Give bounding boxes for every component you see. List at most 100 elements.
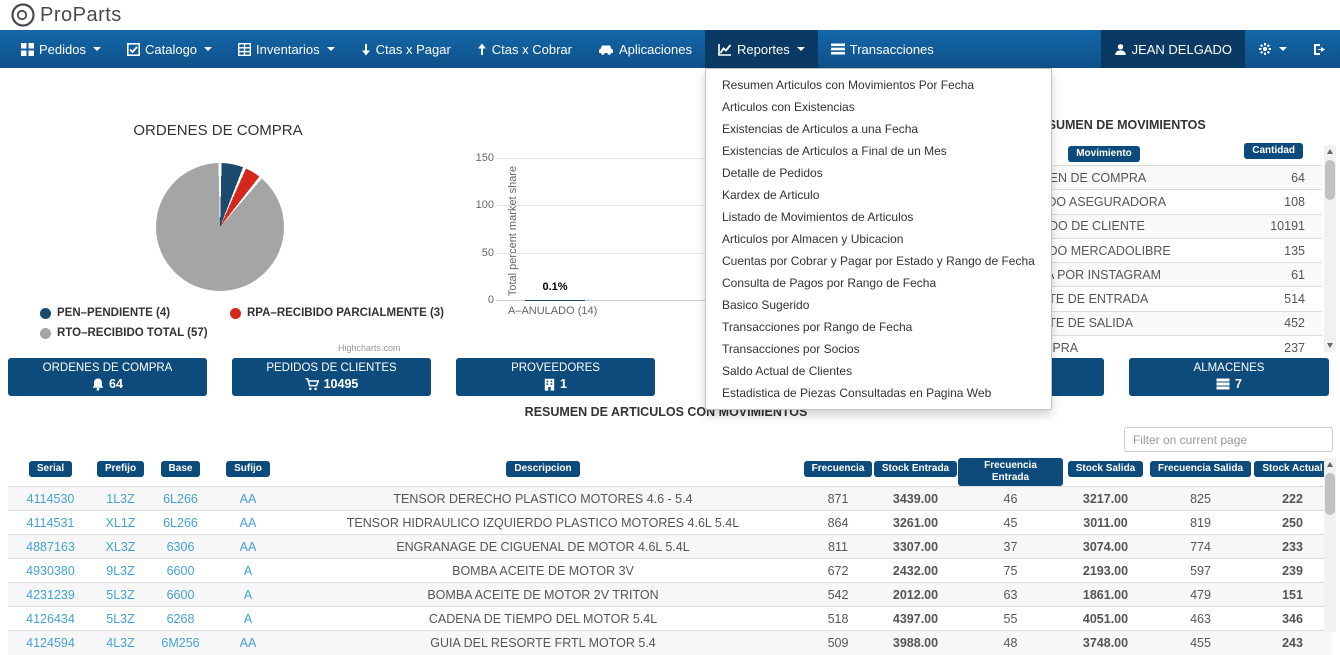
menu-item-transacciones-por-socios[interactable]: Transacciones por Socios: [706, 338, 1051, 360]
table-row[interactable]: 42312395L3Z6600ABOMBA ACEITE DE MOTOR 2V…: [8, 583, 1332, 607]
nav-item-label: Ctas x Cobrar: [492, 42, 572, 57]
menu-item-listado-de-movimientos-de-articulos[interactable]: Listado de Movimientos de Articulos: [706, 206, 1051, 228]
menu-item-articulos-con-existencias[interactable]: Articulos con Existencias: [706, 96, 1051, 118]
stat-card-almacenes[interactable]: ALMACENES 7: [1129, 358, 1329, 396]
cell-link[interactable]: 6M256: [161, 636, 199, 650]
column-header-stock-actual[interactable]: Stock Actual: [1254, 461, 1330, 477]
column-header-stock-salida[interactable]: Stock Salida: [1068, 461, 1143, 477]
cell-link[interactable]: 5L3Z: [106, 588, 135, 602]
cell-link[interactable]: 4231239: [26, 588, 75, 602]
movimientos-scrollbar[interactable]: [1324, 145, 1336, 352]
cell-link[interactable]: 4124594: [26, 636, 75, 650]
menu-item-articulos-por-almacen-y-ubicacion[interactable]: Articulos por Almacen y Ubicacion: [706, 228, 1051, 250]
stat-card-proveedores[interactable]: PROVEEDORES 1: [456, 358, 655, 396]
column-header-sufijo[interactable]: Sufijo: [226, 461, 270, 477]
menu-item-existencias-de-articulos-a-final-de-un-mes[interactable]: Existencias de Articulos a Final de un M…: [706, 140, 1051, 162]
nav-item-inventarios[interactable]: Inventarios: [225, 30, 348, 68]
cell-link[interactable]: 4126434: [26, 612, 75, 626]
cell-link[interactable]: AA: [240, 492, 257, 506]
cell-link[interactable]: 6L266: [163, 492, 198, 506]
menu-item-transacciones-por-rango-de-fecha[interactable]: Transacciones por Rango de Fecha: [706, 316, 1051, 338]
column-header-movimiento[interactable]: Movimiento: [1068, 146, 1140, 162]
stat-card-pedidos-de-clientes[interactable]: PEDIDOS DE CLIENTES 10495: [232, 358, 431, 396]
menu-item-kardex-de-articulo[interactable]: Kardex de Articulo: [706, 184, 1051, 206]
cell-link[interactable]: A: [244, 588, 252, 602]
column-header-serial[interactable]: Serial: [29, 461, 72, 477]
list-icon: [831, 43, 845, 55]
menu-item-consulta-de-pagos-por-rango-de-fecha[interactable]: Consulta de Pagos por Rango de Fecha: [706, 272, 1051, 294]
menu-item-estadistica-de-piezas-consultadas-en-pagina-web[interactable]: Estadistica de Piezas Consultadas en Pag…: [706, 382, 1051, 404]
cell-link[interactable]: 4114530: [27, 492, 75, 506]
table-row[interactable]: 41264345L3Z6268ACADENA DE TIEMPO DEL MOT…: [8, 607, 1332, 631]
scroll-up-arrow[interactable]: [1324, 145, 1336, 158]
highcharts-credit[interactable]: Highcharts.com: [338, 343, 401, 353]
legend-item-pen-pendiente-4[interactable]: PEN–PENDIENTE (4): [40, 307, 170, 319]
column-header-frecuencia[interactable]: Frecuencia: [804, 461, 873, 477]
scrollbar-thumb[interactable]: [1325, 160, 1335, 200]
settings-menu-button[interactable]: [1245, 30, 1300, 68]
cell-link[interactable]: XL1Z: [106, 516, 136, 530]
legend-item-rpa-recibido-parcialmente-3[interactable]: RPA–RECIBIDO PARCIALMENTE (3): [230, 307, 444, 319]
scroll-down-arrow[interactable]: [1324, 339, 1336, 352]
cell-link[interactable]: XL3Z: [106, 540, 136, 554]
menu-item-saldo-actual-de-clientes[interactable]: Saldo Actual de Clientes: [706, 360, 1051, 382]
articulos-scrollbar[interactable]: [1324, 458, 1336, 632]
column-header-base[interactable]: Base: [161, 461, 201, 477]
menu-item-resumen-articulos-con-movimientos-por-fecha[interactable]: Resumen Articulos con Movimientos Por Fe…: [706, 74, 1051, 96]
column-header-stock-entrada[interactable]: Stock Entrada: [874, 461, 957, 477]
bar[interactable]: [525, 300, 585, 301]
nav-item-catalogo[interactable]: Catalogo: [114, 30, 225, 68]
column-header-cantidad[interactable]: Cantidad: [1244, 143, 1303, 159]
cell-link[interactable]: AA: [240, 516, 257, 530]
cell-link[interactable]: A: [244, 612, 252, 626]
user-menu-button[interactable]: JEAN DELGADO: [1101, 30, 1245, 68]
logout-button[interactable]: [1300, 30, 1340, 68]
cell-link[interactable]: 6268: [167, 612, 195, 626]
filter-input[interactable]: [1124, 427, 1333, 452]
nav-item-aplicaciones[interactable]: Aplicaciones: [585, 30, 705, 68]
table-row[interactable]: 41245944L3Z6M256AAGUIA DEL RESORTE FRTL …: [8, 631, 1332, 655]
cell-link[interactable]: 4114531: [27, 516, 75, 530]
column-header-prefijo[interactable]: Prefijo: [97, 461, 144, 477]
cell-link[interactable]: 6306: [167, 540, 195, 554]
cell-link[interactable]: 1L3Z: [106, 492, 135, 506]
cell-link[interactable]: 9L3Z: [106, 564, 135, 578]
cell-link[interactable]: AA: [240, 636, 257, 650]
cell-link[interactable]: AA: [240, 540, 257, 554]
cell-link[interactable]: 4887163: [26, 540, 75, 554]
scroll-up-arrow[interactable]: [1324, 458, 1336, 471]
nav-item-ctas-x-pagar[interactable]: Ctas x Pagar: [348, 30, 464, 68]
nav-item-ctas-x-cobrar[interactable]: Ctas x Cobrar: [464, 30, 585, 68]
cell-link[interactable]: 4930380: [26, 564, 75, 578]
stat-card-label: PROVEEDORES: [456, 361, 655, 376]
caret-down-icon: [1279, 47, 1287, 51]
nav-item-transacciones[interactable]: Transacciones: [818, 30, 947, 68]
stat-card-ordenes-de-compra[interactable]: ORDENES DE COMPRA 64: [8, 358, 207, 396]
pie-chart[interactable]: [156, 163, 284, 291]
nav-item-pedidos[interactable]: Pedidos: [8, 30, 114, 68]
column-header-descripcion[interactable]: Descripcion: [506, 461, 579, 477]
brand-logo[interactable]: ProParts: [10, 2, 122, 28]
table-row[interactable]: 4887163XL3Z6306AAENGRANAGE DE CIGUENAL D…: [8, 535, 1332, 559]
menu-item-detalle-de-pedidos[interactable]: Detalle de Pedidos: [706, 162, 1051, 184]
column-header-frecuencia-salida[interactable]: Frecuencia Salida: [1150, 461, 1251, 477]
bar-x-axis-category: A–ANULADO (14): [508, 305, 597, 317]
cell-link[interactable]: 6600: [167, 588, 195, 602]
table-row[interactable]: 49303809L3Z6600ABOMBA ACEITE DE MOTOR 3V…: [8, 559, 1332, 583]
y-axis-tick: 150: [460, 152, 494, 164]
legend-item-rto-recibido-total-57[interactable]: RTO–RECIBIDO TOTAL (57): [40, 327, 208, 339]
menu-item-cuentas-por-cobrar-y-pagar-por-estado-y-rango-de-fecha[interactable]: Cuentas por Cobrar y Pagar por Estado y …: [706, 250, 1051, 272]
table-row[interactable]: 4114531XL1Z6L266AATENSOR HIDRAULICO IZQU…: [8, 511, 1332, 535]
scrollbar-thumb[interactable]: [1325, 473, 1335, 515]
cell-link[interactable]: 4L3Z: [106, 636, 135, 650]
arrow-down-icon: [361, 43, 371, 56]
nav-item-reportes[interactable]: ReportesResumen Articulos con Movimiento…: [705, 30, 818, 68]
cell-link[interactable]: A: [244, 564, 252, 578]
table-row[interactable]: 41145301L3Z6L266AATENSOR DERECHO PLASTIC…: [8, 487, 1332, 511]
menu-item-basico-sugerido[interactable]: Basico Sugerido: [706, 294, 1051, 316]
cell-link[interactable]: 6L266: [163, 516, 198, 530]
column-header-frecuencia-entrada[interactable]: Frecuencia Entrada: [958, 458, 1063, 486]
menu-item-existencias-de-articulos-a-una-fecha[interactable]: Existencias de Articulos a una Fecha: [706, 118, 1051, 140]
cell-link[interactable]: 5L3Z: [106, 612, 135, 626]
cell-link[interactable]: 6600: [167, 564, 195, 578]
